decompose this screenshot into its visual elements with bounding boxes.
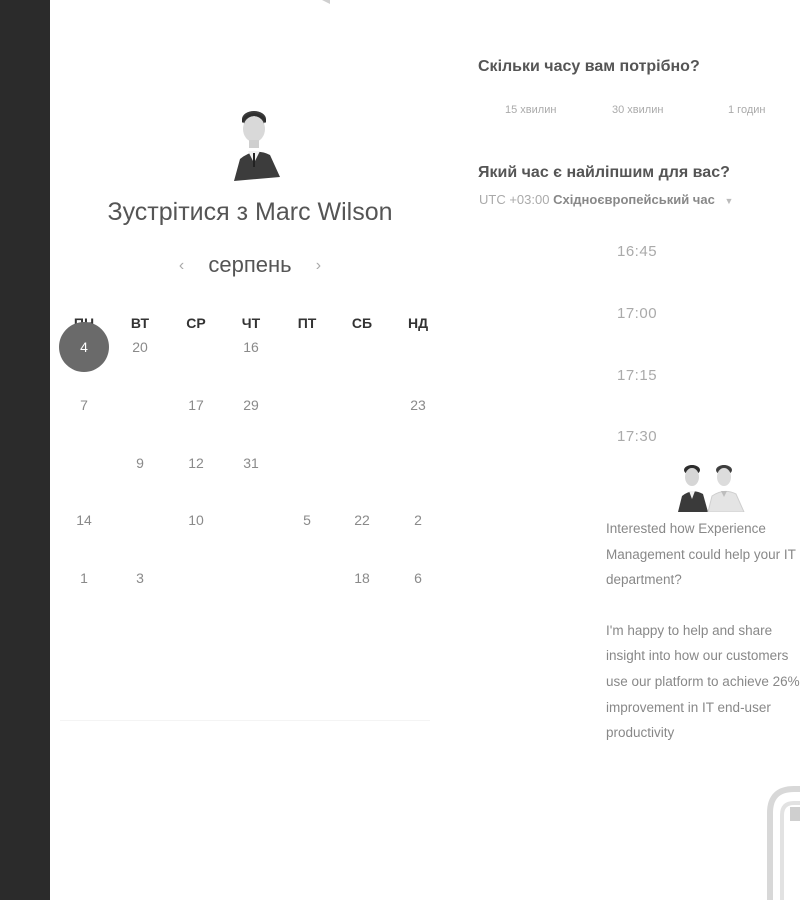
calendar-day[interactable]: 23 (393, 397, 443, 413)
calendar-day[interactable]: 2 (393, 512, 443, 528)
timezone-select[interactable]: UTC +03:00 Східноєвропейський час ▼ (479, 192, 733, 207)
weekday-fri: ПТ (297, 315, 317, 331)
pitch-paragraph: Interested how Experience Management cou… (606, 521, 796, 588)
timezone-name: Східноєвропейський час (553, 192, 715, 207)
decorative-outline (767, 786, 800, 900)
weekday-wed: СР (186, 315, 206, 331)
calendar-day[interactable]: 1 (59, 570, 109, 586)
top-pointer (310, 0, 330, 4)
weekday-sun: НД (407, 315, 429, 331)
calendar-day[interactable]: 18 (337, 570, 387, 586)
calendar-day[interactable]: 14 (59, 512, 109, 528)
time-slot[interactable]: 17:30 (617, 428, 657, 445)
time-slot[interactable]: 17:15 (617, 367, 657, 384)
caret-down-icon: ▼ (724, 196, 734, 206)
weekday-tue: ВТ (130, 315, 150, 331)
chevron-right-icon[interactable]: › (316, 257, 321, 275)
calendar-day[interactable]: 3 (115, 570, 165, 586)
calendar-day[interactable]: 12 (171, 455, 221, 471)
calendar-day[interactable]: 20 (115, 339, 165, 355)
time-slot[interactable]: 17:00 (617, 305, 657, 322)
calendar-day[interactable]: 7 (59, 397, 109, 413)
calendar-day[interactable]: 17 (171, 397, 221, 413)
timezone-offset: UTC +03:00 (479, 192, 550, 207)
meeting-title: Зустрітися з Marc Wilson (60, 198, 440, 227)
calendar-divider (60, 720, 430, 721)
host-pitch: Interested how Experience Management cou… (606, 516, 800, 771)
calendar-day[interactable]: 10 (171, 512, 221, 528)
weekday-thu: ЧТ (241, 315, 261, 331)
calendar-day[interactable]: 5 (282, 512, 332, 528)
month-navigator: ‹ серпень › (60, 252, 440, 278)
host-name: Marc Wilson (255, 198, 393, 226)
left-sidebar-bar (0, 0, 50, 900)
weekday-sat: СБ (351, 315, 373, 331)
calendar-day-today[interactable]: 4 (59, 322, 109, 372)
calendar-day[interactable]: 9 (115, 455, 165, 471)
duration-question: Скільки часу вам потрібно? (478, 58, 700, 75)
calendar-day[interactable]: 16 (226, 339, 276, 355)
pitch-paragraph: I'm happy to help and share insight into… (606, 622, 800, 741)
host-avatar (234, 111, 280, 181)
duration-option-30[interactable]: 30 хвилин (612, 104, 663, 116)
current-month: серпень (208, 252, 292, 277)
time-question: Який час є найліпшим для вас? (478, 164, 730, 181)
chevron-left-icon[interactable]: ‹ (179, 257, 184, 275)
duration-option-60[interactable]: 1 годин (728, 104, 765, 116)
calendar-day[interactable]: 31 (226, 455, 276, 471)
duration-option-15[interactable]: 15 хвилин (505, 104, 556, 116)
calendar-day[interactable]: 22 (337, 512, 387, 528)
time-slot[interactable]: 16:45 (617, 243, 657, 260)
calendar-day[interactable]: 6 (393, 570, 443, 586)
team-avatars (678, 465, 745, 512)
meeting-title-prefix: Зустрітися з (107, 198, 256, 226)
calendar-day[interactable]: 29 (226, 397, 276, 413)
